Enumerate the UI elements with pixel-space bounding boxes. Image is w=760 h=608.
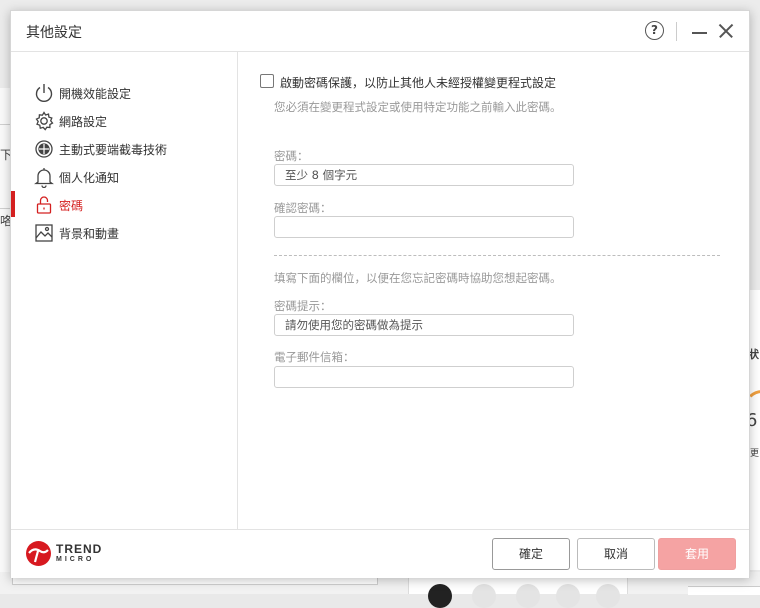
power-icon <box>33 82 55 104</box>
logo-subtext: MICRO <box>56 556 95 563</box>
sidebar-item-label: 網路設定 <box>59 115 108 129</box>
password-settings-panel: 啟動密碼保護，以防止其他人未經授權變更程式設定 您必須在變更程式設定或使用特定功… <box>238 52 749 529</box>
help-button[interactable]: ? <box>645 21 664 40</box>
globe-icon <box>33 138 55 160</box>
email-label: 電子郵件信箱： <box>274 350 355 364</box>
trend-micro-logo: TREND MICRO <box>26 540 106 568</box>
sidebar-item-password[interactable]: 密碼 <box>11 191 236 217</box>
background-icon <box>428 584 452 608</box>
sidebar-item-label: 背景和動畫 <box>59 227 120 241</box>
sidebar-item-label: 密碼 <box>59 199 84 213</box>
recovery-description: 填寫下面的欄位，以便在您忘記密碼時協助您想起密碼。 <box>274 271 562 285</box>
background-icon <box>516 584 540 608</box>
logo-text: TREND <box>56 542 103 556</box>
confirm-password-field[interactable] <box>274 216 574 238</box>
sidebar-item-label: 個人化通知 <box>59 171 120 185</box>
background-icon <box>472 584 496 608</box>
lock-icon <box>33 194 55 216</box>
title-bar: 其他設定 ? <box>11 11 749 52</box>
sidebar-item-background-animation[interactable]: 背景和動畫 <box>11 219 236 245</box>
dialog-footer: TREND MICRO 確定 取消 套用 <box>11 529 749 578</box>
settings-dialog: 其他設定 ? 開機效能設定 網路設定 主動式要端截毒技術 個人化通知 密碼 背景… <box>10 10 750 578</box>
password-label: 密碼： <box>274 149 309 163</box>
gear-icon <box>33 110 55 132</box>
section-divider <box>274 255 720 256</box>
background-icon <box>596 584 620 608</box>
help-icon: ? <box>651 23 658 37</box>
title-divider <box>676 22 677 41</box>
bell-icon <box>33 166 55 189</box>
confirm-password-label: 確認密碼： <box>274 201 332 215</box>
password-description: 您必須在變更程式設定或使用特定功能之前輸入此密碼。 <box>274 100 562 114</box>
password-hint-label: 密碼提示： <box>274 299 332 313</box>
close-button[interactable] <box>716 21 736 41</box>
image-icon <box>33 222 55 244</box>
sidebar-item-notifications[interactable]: 個人化通知 <box>11 163 236 189</box>
email-field[interactable] <box>274 366 574 388</box>
active-indicator <box>11 191 15 217</box>
sidebar-item-proactive-protection[interactable]: 主動式要端截毒技術 <box>11 135 236 161</box>
background-icon <box>556 584 580 608</box>
enable-password-label[interactable]: 啟動密碼保護，以防止其他人未經授權變更程式設定 <box>280 74 556 91</box>
enable-password-checkbox[interactable] <box>260 74 274 88</box>
ok-button[interactable]: 確定 <box>492 538 570 570</box>
settings-sidebar: 開機效能設定 網路設定 主動式要端截毒技術 個人化通知 密碼 背景和動畫 <box>11 52 238 529</box>
logo-mark-icon <box>26 541 51 566</box>
sidebar-item-network[interactable]: 網路設定 <box>11 107 236 133</box>
password-hint-field[interactable] <box>274 314 574 336</box>
cancel-button[interactable]: 取消 <box>577 538 655 570</box>
minimize-button[interactable] <box>691 21 709 41</box>
apply-button[interactable]: 套用 <box>658 538 736 570</box>
sidebar-item-label: 開機效能設定 <box>59 87 132 101</box>
password-field[interactable] <box>274 164 574 186</box>
dialog-title: 其他設定 <box>26 25 82 41</box>
sidebar-item-label: 主動式要端截毒技術 <box>59 143 168 157</box>
background-text: 更 <box>750 449 760 459</box>
sidebar-item-startup-performance[interactable]: 開機效能設定 <box>11 79 236 105</box>
